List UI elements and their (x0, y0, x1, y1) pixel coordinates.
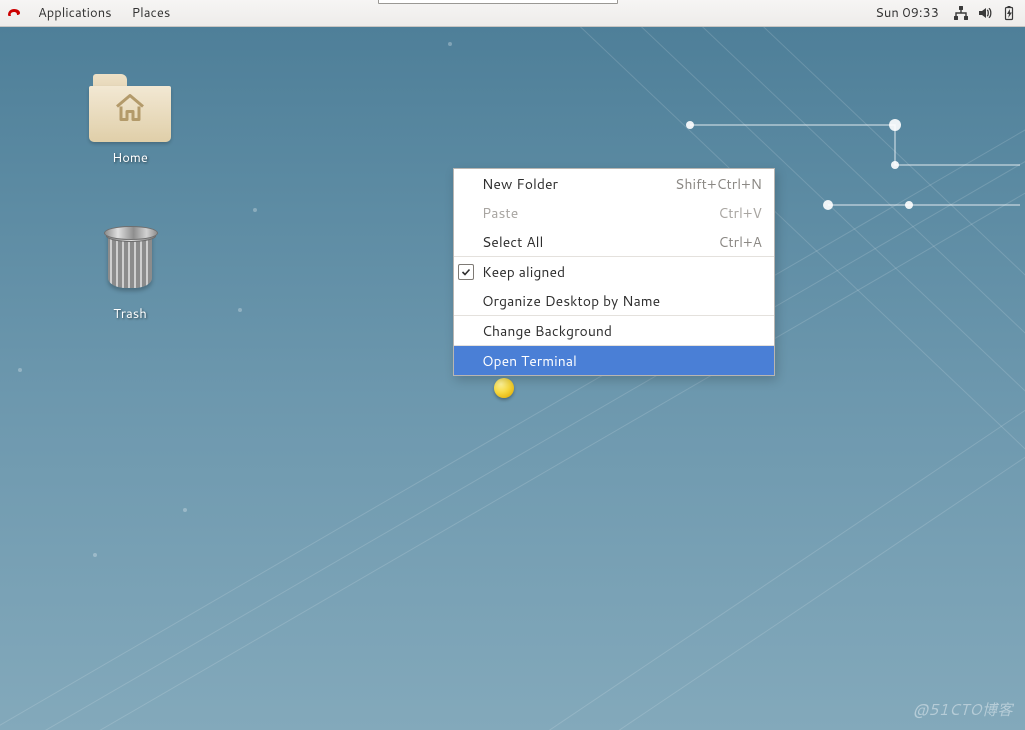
system-tray (949, 5, 1025, 21)
menu-item-label: Keep aligned (478, 262, 762, 282)
menu-item-label: Change Background (478, 321, 762, 341)
cursor-highlight-icon (494, 378, 514, 398)
menu-item-label: Select All (478, 232, 718, 252)
folder-icon (80, 70, 180, 142)
clock-label: Sun 09:33 (875, 4, 939, 22)
trash-label: Trash (109, 304, 151, 324)
top-input-strip (378, 0, 618, 4)
menu-places-label: Places (132, 4, 171, 22)
menu-applications-label: Applications (38, 4, 112, 22)
menu-item-label: New Folder (478, 174, 675, 194)
trash-icon[interactable]: Trash (80, 222, 180, 324)
menu-item-paste: Paste Ctrl+V (454, 198, 774, 227)
menu-applications[interactable]: Applications (28, 0, 122, 26)
desktop-context-menu: New Folder Shift+Ctrl+N Paste Ctrl+V Sel… (453, 168, 775, 376)
menu-item-accel: Ctrl+A (718, 232, 762, 252)
menu-item-organize-by-name[interactable]: Organize Desktop by Name (454, 286, 774, 315)
watermark-text: @51CTO博客 (913, 699, 1013, 720)
clock[interactable]: Sun 09:33 (865, 4, 949, 22)
home-folder-icon[interactable]: Home (80, 70, 180, 168)
checkbox-checked-icon (458, 264, 474, 280)
menu-item-accel: Ctrl+V (718, 203, 762, 223)
menu-item-keep-aligned[interactable]: Keep aligned (454, 257, 774, 286)
top-bar: Applications Places Sun 09:33 (0, 0, 1025, 27)
home-folder-label: Home (108, 148, 152, 168)
volume-icon[interactable] (977, 5, 993, 21)
menu-item-accel: Shift+Ctrl+N (675, 174, 762, 194)
menu-item-label: Paste (478, 203, 718, 223)
distro-logo-icon (6, 5, 22, 21)
menu-item-change-background[interactable]: Change Background (454, 316, 774, 345)
menu-item-label: Open Terminal (478, 351, 762, 371)
battery-icon[interactable] (1001, 5, 1017, 21)
menu-item-label: Organize Desktop by Name (478, 291, 762, 311)
menu-item-open-terminal[interactable]: Open Terminal (454, 346, 774, 375)
trash-can-icon (80, 222, 180, 298)
menu-places[interactable]: Places (122, 0, 181, 26)
menu-item-select-all[interactable]: Select All Ctrl+A (454, 227, 774, 256)
menu-item-new-folder[interactable]: New Folder Shift+Ctrl+N (454, 169, 774, 198)
network-wired-icon[interactable] (953, 5, 969, 21)
